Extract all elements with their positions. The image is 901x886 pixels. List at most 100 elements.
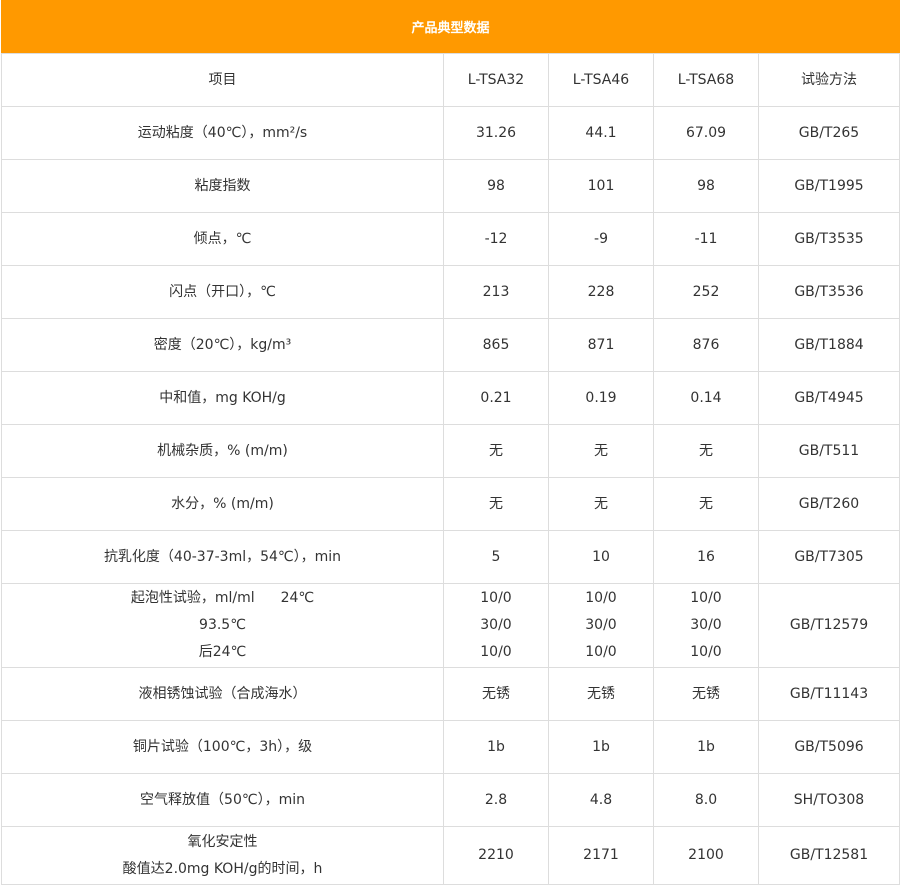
row-value-tsa32: 2.8 [443, 773, 549, 827]
row-item: 液相锈蚀试验（合成海水） [1, 667, 444, 721]
row-value-tsa32: -12 [443, 212, 549, 266]
foam-item-line: 起泡性试验，ml/ml 24℃ [2, 585, 443, 612]
row-item: 倾点，℃ [1, 212, 444, 266]
row-value-tsa68: 无锈 [653, 667, 759, 721]
row-method: GB/T265 [758, 106, 900, 160]
foam-value-tsa68: 10/0 30/0 10/0 [653, 583, 759, 668]
row-value-tsa46: 0.19 [548, 371, 654, 425]
row-value-tsa32: 无 [443, 424, 549, 478]
row-value-tsa32: 98 [443, 159, 549, 213]
table-row: 机械杂质，% (m/m) 无 无 无 GB/T511 [1, 424, 900, 478]
row-value-tsa46: 1b [548, 720, 654, 774]
table-row: 抗乳化度（40-37-3ml，54℃），min 5 10 16 GB/T7305 [1, 530, 900, 584]
table-row: 水分，% (m/m) 无 无 无 GB/T260 [1, 477, 900, 531]
foam-value: 10/0 [480, 590, 512, 606]
foam-item-line: 后24℃ [198, 644, 247, 660]
row-value-tsa68: 1b [653, 720, 759, 774]
header-tsa68: L-TSA68 [653, 53, 759, 107]
table-row: 运动粘度（40℃），mm²/s 31.26 44.1 67.09 GB/T265 [1, 106, 900, 160]
foam-method: GB/T12579 [758, 583, 900, 668]
row-item: 粘度指数 [1, 159, 444, 213]
header-method: 试验方法 [758, 53, 900, 107]
foam-item-temp: 24℃ [280, 590, 315, 606]
data-table-container: 产品典型数据 项目 L-TSA32 L-TSA46 L-TSA68 试验方法 运… [1, 0, 900, 885]
table-row: 倾点，℃ -12 -9 -11 GB/T3535 [1, 212, 900, 266]
row-value-tsa68: 无 [653, 477, 759, 531]
row-value-tsa46: 无 [548, 424, 654, 478]
row-item: 运动粘度（40℃），mm²/s [1, 106, 444, 160]
row-method: GB/T260 [758, 477, 900, 531]
foam-value: 10/0 [690, 644, 722, 660]
row-method: GB/T1884 [758, 318, 900, 372]
oxidation-value-tsa46: 2171 [548, 826, 654, 885]
row-value-tsa68: 16 [653, 530, 759, 584]
row-item: 水分，% (m/m) [1, 477, 444, 531]
row-value-tsa32: 213 [443, 265, 549, 319]
row-method: GB/T5096 [758, 720, 900, 774]
header-tsa32: L-TSA32 [443, 53, 549, 107]
row-item: 机械杂质，% (m/m) [1, 424, 444, 478]
row-value-tsa46: 871 [548, 318, 654, 372]
row-value-tsa46: 无锈 [548, 667, 654, 721]
row-item: 抗乳化度（40-37-3ml，54℃），min [1, 530, 444, 584]
row-method: GB/T7305 [758, 530, 900, 584]
row-method: GB/T3536 [758, 265, 900, 319]
foam-value: 10/0 [690, 590, 722, 606]
row-item: 铜片试验（100℃，3h），级 [1, 720, 444, 774]
row-value-tsa46: 4.8 [548, 773, 654, 827]
table-row: 闪点（开口），℃ 213 228 252 GB/T3536 [1, 265, 900, 319]
header-row: 项目 L-TSA32 L-TSA46 L-TSA68 试验方法 [1, 53, 900, 107]
row-item: 中和值，mg KOH/g [1, 371, 444, 425]
table-row: 中和值，mg KOH/g 0.21 0.19 0.14 GB/T4945 [1, 371, 900, 425]
row-value-tsa46: -9 [548, 212, 654, 266]
foam-value: 10/0 [585, 590, 617, 606]
table-row: 空气释放值（50℃），min 2.8 4.8 8.0 SH/TO308 [1, 773, 900, 827]
row-item: 密度（20℃），kg/m³ [1, 318, 444, 372]
table-title: 产品典型数据 [1, 0, 900, 53]
row-value-tsa32: 0.21 [443, 371, 549, 425]
row-method: GB/T4945 [758, 371, 900, 425]
row-item: 闪点（开口），℃ [1, 265, 444, 319]
foam-value: 30/0 [585, 617, 617, 633]
row-value-tsa68: 无 [653, 424, 759, 478]
foam-value: 10/0 [480, 644, 512, 660]
row-method: GB/T511 [758, 424, 900, 478]
row-value-tsa32: 31.26 [443, 106, 549, 160]
oxidation-row: 氧化安定性 酸值达2.0mg KOH/g的时间，h 2210 2171 2100… [1, 826, 900, 885]
row-value-tsa32: 5 [443, 530, 549, 584]
row-value-tsa68: 252 [653, 265, 759, 319]
row-value-tsa68: -11 [653, 212, 759, 266]
oxidation-value-tsa32: 2210 [443, 826, 549, 885]
oxidation-item-line: 氧化安定性 [187, 833, 258, 850]
row-value-tsa46: 228 [548, 265, 654, 319]
foam-value: 10/0 [585, 644, 617, 660]
row-value-tsa32: 无 [443, 477, 549, 531]
row-value-tsa46: 无 [548, 477, 654, 531]
header-item: 项目 [1, 53, 444, 107]
row-value-tsa46: 101 [548, 159, 654, 213]
foam-value: 30/0 [480, 617, 512, 633]
row-method: GB/T3535 [758, 212, 900, 266]
product-data-table: 项目 L-TSA32 L-TSA46 L-TSA68 试验方法 运动粘度（40℃… [1, 53, 900, 885]
foam-value-tsa46: 10/0 30/0 10/0 [548, 583, 654, 668]
row-value-tsa68: 876 [653, 318, 759, 372]
row-value-tsa32: 1b [443, 720, 549, 774]
row-method: SH/TO308 [758, 773, 900, 827]
row-value-tsa32: 865 [443, 318, 549, 372]
table-row: 铜片试验（100℃，3h），级 1b 1b 1b GB/T5096 [1, 720, 900, 774]
foam-item: 起泡性试验，ml/ml 24℃ 93.5℃ 后24℃ [1, 583, 444, 668]
row-value-tsa68: 67.09 [653, 106, 759, 160]
foam-item-line: 93.5℃ [199, 617, 246, 633]
header-tsa46: L-TSA46 [548, 53, 654, 107]
table-row: 密度（20℃），kg/m³ 865 871 876 GB/T1884 [1, 318, 900, 372]
row-value-tsa68: 8.0 [653, 773, 759, 827]
foam-value-tsa32: 10/0 30/0 10/0 [443, 583, 549, 668]
oxidation-item-line: 酸值达2.0mg KOH/g的时间，h [122, 860, 323, 877]
row-method: GB/T11143 [758, 667, 900, 721]
table-row: 液相锈蚀试验（合成海水） 无锈 无锈 无锈 GB/T11143 [1, 667, 900, 721]
oxidation-item: 氧化安定性 酸值达2.0mg KOH/g的时间，h [1, 826, 444, 885]
row-value-tsa68: 98 [653, 159, 759, 213]
foam-row: 起泡性试验，ml/ml 24℃ 93.5℃ 后24℃ 10/0 30/0 10/0… [1, 583, 900, 668]
row-value-tsa68: 0.14 [653, 371, 759, 425]
oxidation-method: GB/T12581 [758, 826, 900, 885]
